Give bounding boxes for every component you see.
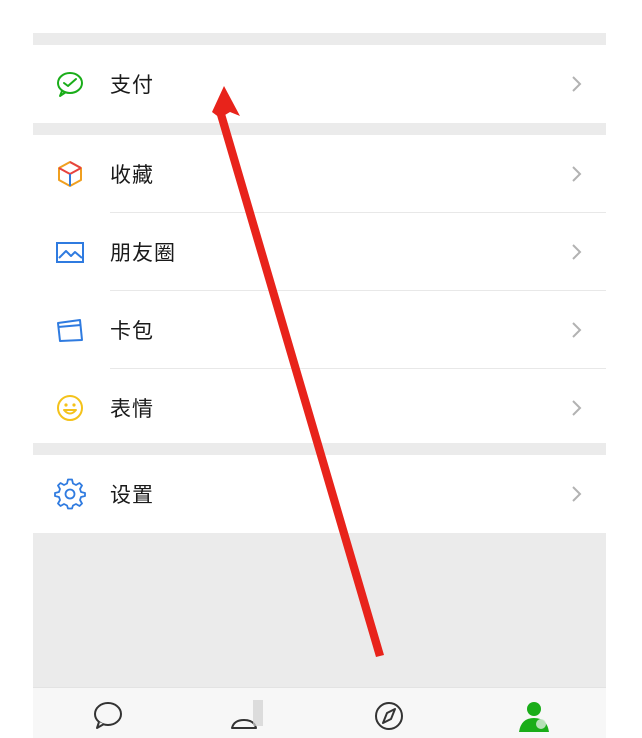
chevron-right-icon bbox=[570, 484, 584, 504]
card-icon bbox=[52, 312, 88, 348]
screen: 支付 收藏 朋友圈 卡包 表情 设置 bbox=[0, 0, 642, 738]
pay-icon bbox=[52, 66, 88, 102]
cube-icon bbox=[52, 156, 88, 192]
menu-item-pay-label: 支付 bbox=[110, 73, 154, 97]
menu-item-settings-label: 设置 bbox=[110, 483, 154, 507]
menu-item-moments[interactable]: 朋友圈 bbox=[33, 213, 606, 291]
bottom-tab-bar bbox=[33, 687, 606, 738]
chat-bubble-icon bbox=[94, 702, 122, 729]
compass-icon bbox=[375, 702, 403, 730]
gear-icon bbox=[52, 476, 88, 512]
smiley-icon bbox=[52, 390, 88, 426]
chevron-right-icon bbox=[570, 74, 584, 94]
tab-contacts[interactable] bbox=[226, 698, 266, 734]
chevron-right-icon bbox=[570, 398, 584, 418]
section-settings: 设置 bbox=[33, 455, 606, 533]
chevron-right-icon bbox=[570, 320, 584, 340]
menu-item-cards[interactable]: 卡包 bbox=[33, 291, 606, 369]
menu-item-cards-label: 卡包 bbox=[110, 319, 154, 343]
person-icon bbox=[519, 702, 549, 732]
chevron-right-icon bbox=[570, 242, 584, 262]
picture-icon bbox=[52, 234, 88, 270]
section-gap bbox=[33, 123, 606, 135]
section-collections: 收藏 朋友圈 卡包 表情 bbox=[33, 135, 606, 447]
menu-item-stickers[interactable]: 表情 bbox=[33, 369, 606, 447]
menu-item-stickers-label: 表情 bbox=[110, 397, 154, 421]
empty-area bbox=[33, 533, 606, 687]
chevron-right-icon bbox=[570, 164, 584, 184]
contacts-icon bbox=[231, 700, 263, 729]
tab-me[interactable] bbox=[513, 698, 553, 734]
tab-chats[interactable] bbox=[88, 698, 128, 734]
tab-discover[interactable] bbox=[369, 698, 409, 734]
menu-item-pay[interactable]: 支付 bbox=[33, 45, 606, 123]
menu-item-moments-label: 朋友圈 bbox=[110, 241, 176, 265]
section-pay: 支付 bbox=[33, 45, 606, 123]
section-gap-top bbox=[33, 33, 606, 45]
section-gap bbox=[33, 443, 606, 455]
menu-item-favorites-label: 收藏 bbox=[110, 163, 154, 187]
menu-item-settings[interactable]: 设置 bbox=[33, 455, 606, 533]
menu-item-favorites[interactable]: 收藏 bbox=[33, 135, 606, 213]
